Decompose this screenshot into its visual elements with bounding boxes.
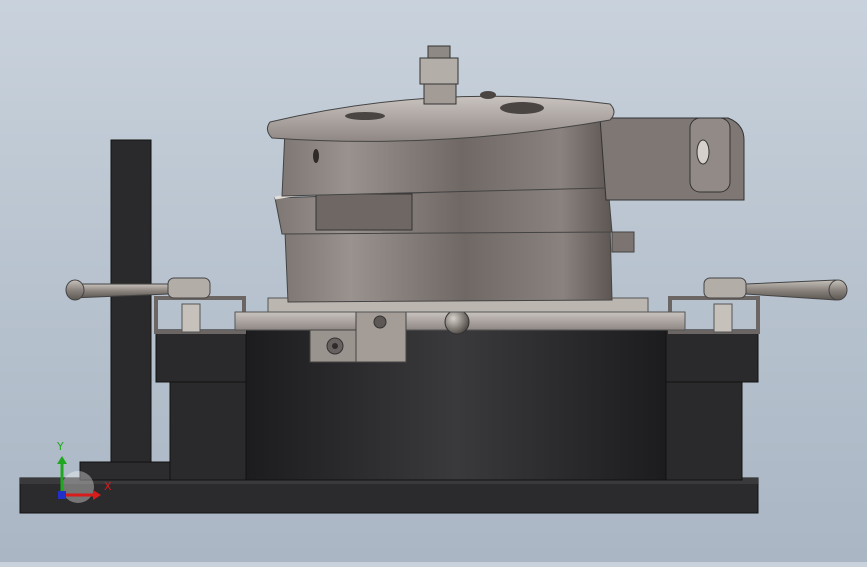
cad-model-view[interactable]: [0, 0, 867, 562]
cad-graphics-viewport[interactable]: Y X: [0, 0, 867, 562]
main-housing: [155, 327, 759, 481]
y-axis-label: Y: [57, 440, 64, 453]
right-handle[interactable]: [703, 277, 848, 301]
left-bracket: [154, 296, 246, 334]
axis-triad-labels: Y X: [48, 440, 118, 510]
ball-knob[interactable]: [444, 309, 470, 335]
side-arm: [599, 117, 745, 201]
drum-assembly: [267, 114, 649, 313]
base-plate: [19, 477, 759, 514]
top-nut-fitting[interactable]: [419, 45, 459, 105]
x-axis-label: X: [104, 480, 112, 493]
